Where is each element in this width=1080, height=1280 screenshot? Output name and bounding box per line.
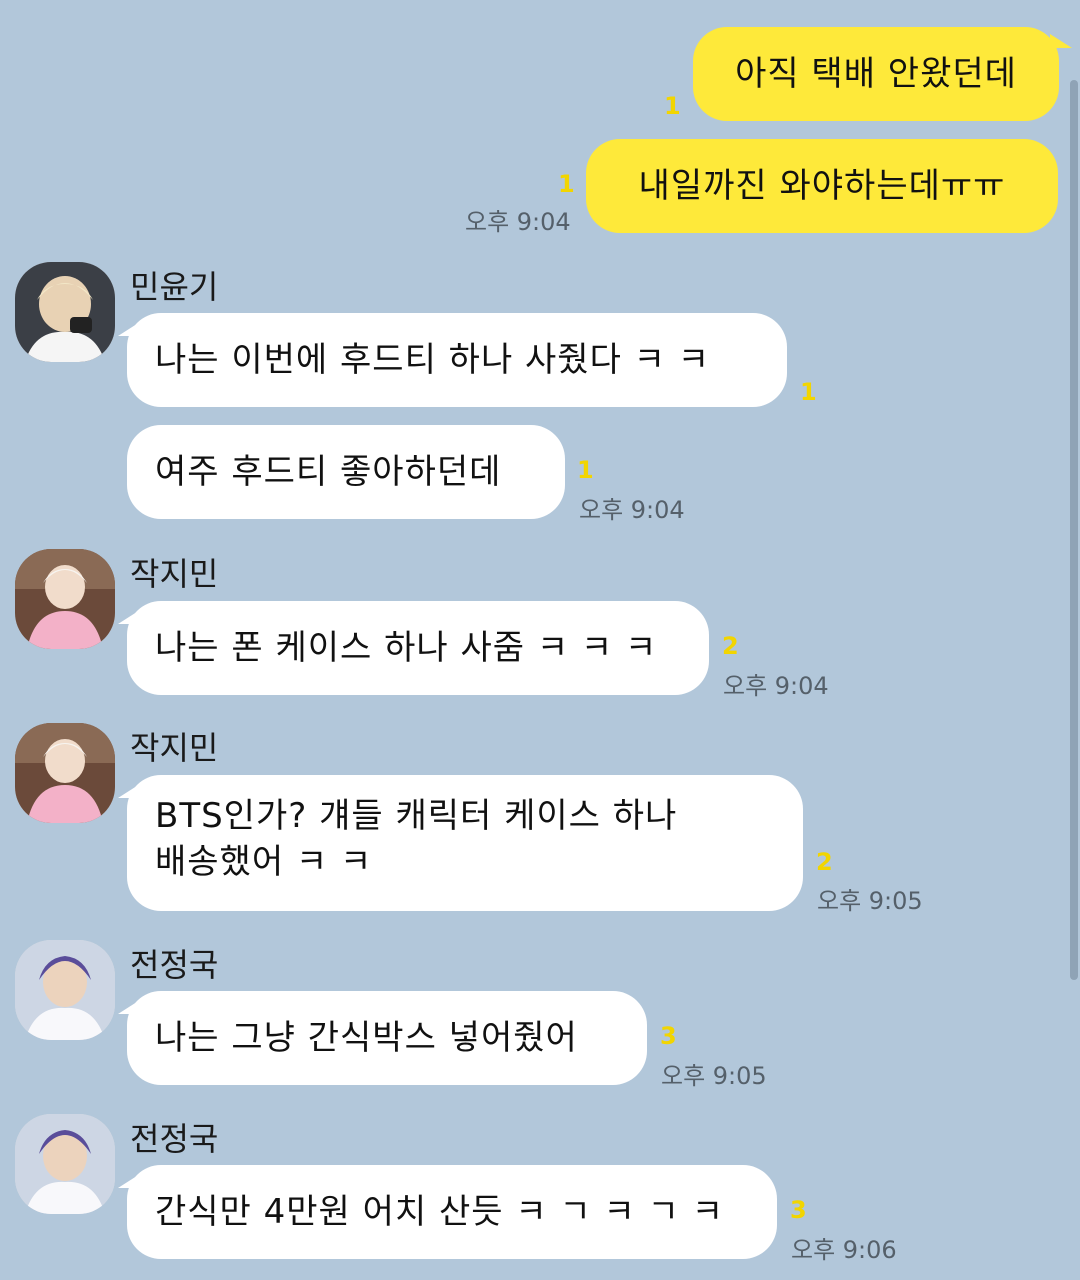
avatar[interactable] bbox=[15, 723, 115, 823]
message-text: 나는 폰 케이스 하나 사줌 ㅋ ㅋ ㅋ bbox=[155, 628, 658, 668]
scrollbar[interactable] bbox=[1070, 80, 1078, 980]
my-message-bubble[interactable]: 아직 택배 안왔던데 bbox=[693, 27, 1059, 121]
my-message-bubble[interactable]: 내일까진 와야하는데ㅠㅠ bbox=[586, 139, 1058, 233]
message-text: 내일까진 와야하는데ㅠㅠ bbox=[638, 166, 1006, 206]
avatar[interactable] bbox=[15, 1114, 115, 1214]
bubble-tail bbox=[1050, 34, 1072, 48]
unread-count: 1 bbox=[800, 378, 817, 406]
unread-count: 1 bbox=[577, 456, 594, 484]
sender-name: 작지민 bbox=[130, 555, 219, 593]
other-message-bubble[interactable]: 여주 후드티 좋아하던데 bbox=[127, 425, 565, 519]
other-message-bubble[interactable]: BTS인가? 걔들 캐릭터 케이스 하나 배송했어 ㅋ ㅋ bbox=[127, 775, 803, 911]
message-text: 나는 그냥 간식박스 넣어줬어 bbox=[155, 1018, 578, 1058]
message-text: BTS인가? 걔들 캐릭터 케이스 하나 배송했어 ㅋ ㅋ bbox=[155, 796, 678, 882]
unread-count: 1 bbox=[558, 170, 575, 198]
unread-count: 3 bbox=[790, 1196, 807, 1224]
message-text: 나는 이번에 후드티 하나 사줬다 ㅋ ㅋ bbox=[155, 340, 711, 380]
other-message-bubble[interactable]: 나는 폰 케이스 하나 사줌 ㅋ ㅋ ㅋ bbox=[127, 601, 709, 695]
other-message-bubble[interactable]: 나는 그냥 간식박스 넣어줬어 bbox=[127, 991, 647, 1085]
other-message-bubble[interactable]: 간식만 4만원 어치 산듯 ㅋ ㄱ ㅋ ㄱ ㅋ bbox=[127, 1165, 777, 1259]
message-time: 오후 9:06 bbox=[791, 1236, 897, 1264]
message-text: 간식만 4만원 어치 산듯 ㅋ ㄱ ㅋ ㄱ ㅋ bbox=[155, 1192, 725, 1232]
avatar[interactable] bbox=[15, 940, 115, 1040]
unread-count: 2 bbox=[722, 632, 739, 660]
sender-name: 민윤기 bbox=[130, 268, 219, 306]
message-time: 오후 9:04 bbox=[723, 672, 829, 700]
sender-name: 전정국 bbox=[130, 946, 219, 984]
avatar[interactable] bbox=[15, 549, 115, 649]
unread-count: 3 bbox=[660, 1022, 677, 1050]
message-time: 오후 9:05 bbox=[817, 887, 923, 915]
sender-name: 전정국 bbox=[130, 1120, 219, 1158]
sender-name: 작지민 bbox=[130, 729, 219, 767]
message-time: 오후 9:04 bbox=[465, 208, 571, 236]
avatar[interactable] bbox=[15, 262, 115, 362]
other-message-bubble[interactable]: 나는 이번에 후드티 하나 사줬다 ㅋ ㅋ bbox=[127, 313, 787, 407]
message-text: 여주 후드티 좋아하던데 bbox=[155, 452, 502, 492]
message-time: 오후 9:05 bbox=[661, 1062, 767, 1090]
unread-count: 2 bbox=[816, 848, 833, 876]
unread-count: 1 bbox=[664, 92, 681, 120]
message-time: 오후 9:04 bbox=[579, 496, 685, 524]
message-text: 아직 택배 안왔던데 bbox=[735, 54, 1017, 94]
